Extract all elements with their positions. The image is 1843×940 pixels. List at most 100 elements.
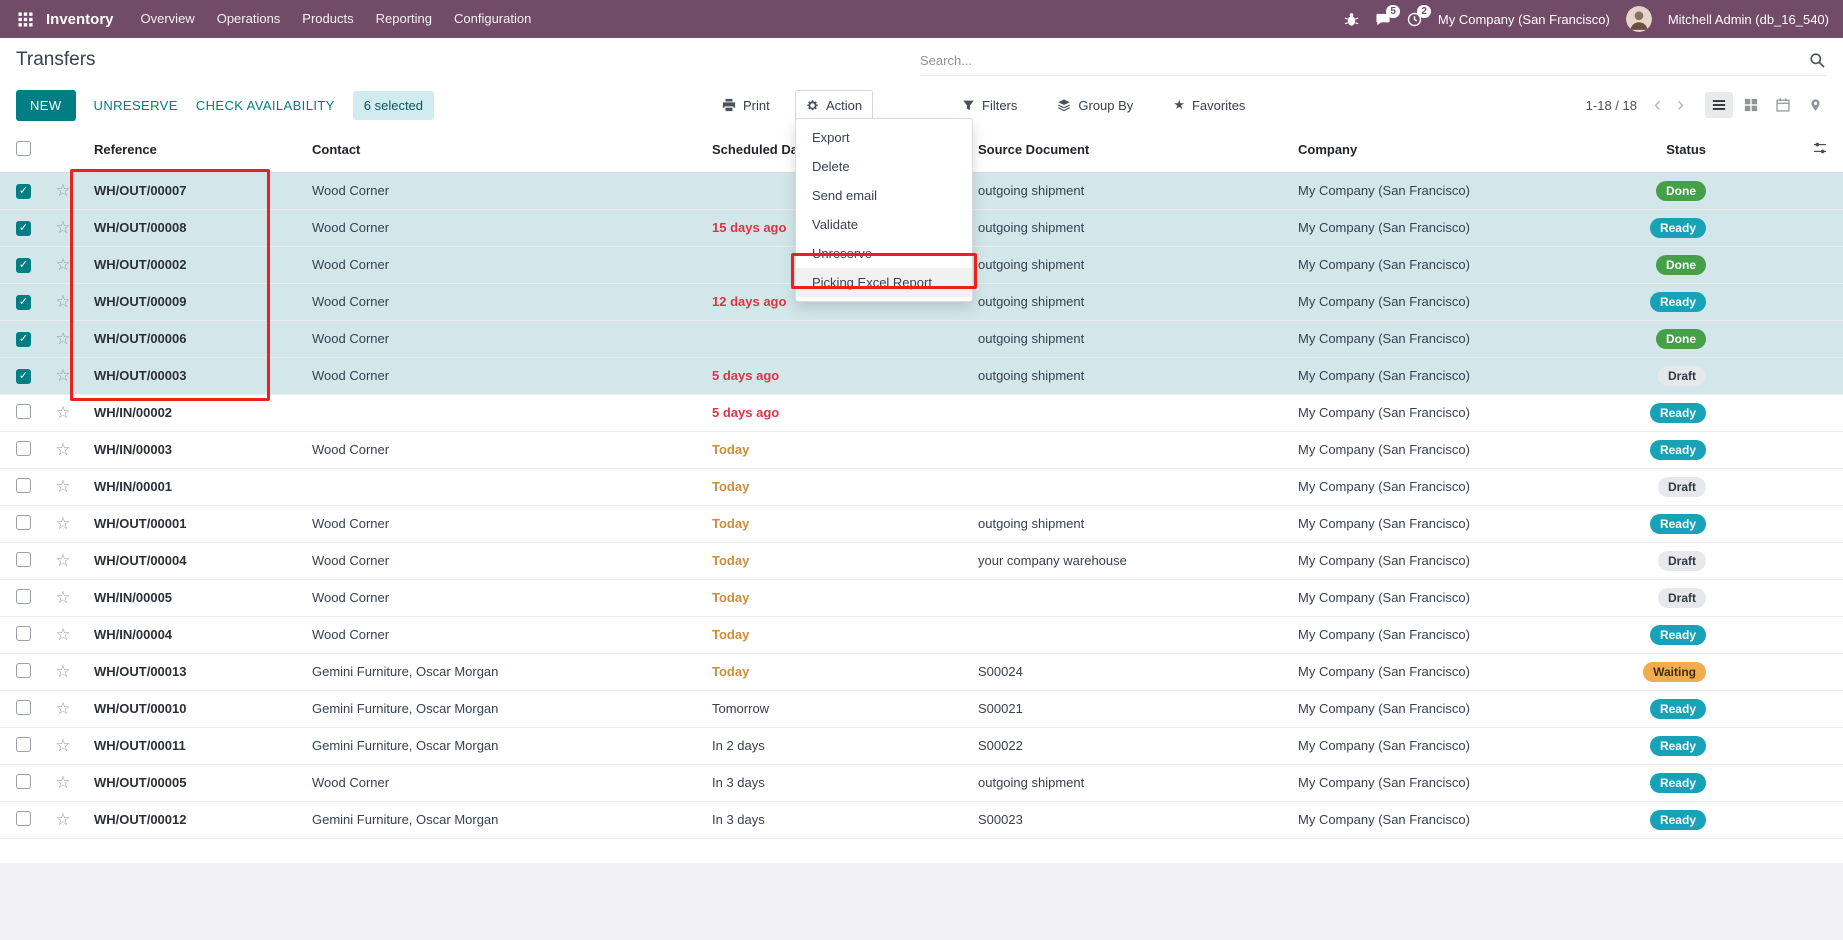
reference-cell[interactable]: WH/IN/00005 xyxy=(82,579,300,616)
row-select-cell[interactable] xyxy=(0,690,44,727)
row-select-cell[interactable]: ✓ xyxy=(0,172,44,209)
favorite-cell[interactable]: ☆ xyxy=(44,320,82,357)
table-row[interactable]: ☆WH/OUT/00011Gemini Furniture, Oscar Mor… xyxy=(0,727,1843,764)
top-menu-item[interactable]: Operations xyxy=(206,0,292,38)
select-all-checkbox[interactable] xyxy=(16,141,31,156)
table-row[interactable]: ☆WH/OUT/00010Gemini Furniture, Oscar Mor… xyxy=(0,690,1843,727)
action-menu-item[interactable]: Delete xyxy=(796,152,972,181)
favorite-star-icon[interactable]: ☆ xyxy=(55,810,70,829)
kanban-view-icon[interactable] xyxy=(1737,92,1765,118)
favorite-cell[interactable]: ☆ xyxy=(44,653,82,690)
favorite-star-icon[interactable]: ☆ xyxy=(55,588,70,607)
table-row[interactable]: ☆WH/OUT/00001Wood CornerTodayoutgoing sh… xyxy=(0,505,1843,542)
group-by-button[interactable]: Group By xyxy=(1047,91,1143,120)
table-row[interactable]: ☆WH/IN/00003Wood CornerTodayMy Company (… xyxy=(0,431,1843,468)
row-select-cell[interactable]: ✓ xyxy=(0,320,44,357)
reference-cell[interactable]: WH/IN/00001 xyxy=(82,468,300,505)
unreserve-button[interactable]: UNRESERVE xyxy=(94,98,178,113)
reference-cell[interactable]: WH/OUT/00008 xyxy=(82,209,300,246)
new-button[interactable]: NEW xyxy=(16,90,76,121)
row-checkbox[interactable] xyxy=(16,663,31,678)
table-row[interactable]: ☆WH/IN/00001TodayMy Company (San Francis… xyxy=(0,468,1843,505)
row-select-cell[interactable] xyxy=(0,431,44,468)
favorite-star-icon[interactable]: ☆ xyxy=(55,181,70,200)
favorite-star-icon[interactable]: ☆ xyxy=(55,440,70,459)
row-select-cell[interactable]: ✓ xyxy=(0,246,44,283)
row-checkbox[interactable] xyxy=(16,774,31,789)
favorite-cell[interactable]: ☆ xyxy=(44,431,82,468)
row-select-cell[interactable] xyxy=(0,653,44,690)
favorite-star-icon[interactable]: ☆ xyxy=(55,366,70,385)
row-checkbox[interactable] xyxy=(16,626,31,641)
favorite-star-icon[interactable]: ☆ xyxy=(55,329,70,348)
favorite-star-icon[interactable]: ☆ xyxy=(55,292,70,311)
pager-next-icon[interactable]: › xyxy=(1674,95,1687,115)
calendar-view-icon[interactable] xyxy=(1769,92,1797,118)
action-menu-item[interactable]: Unreserve xyxy=(796,239,972,268)
table-row[interactable]: ✓☆WH/OUT/00006Wood Corneroutgoing shipme… xyxy=(0,320,1843,357)
table-row[interactable]: ☆WH/IN/000025 days agoMy Company (San Fr… xyxy=(0,394,1843,431)
favorite-cell[interactable]: ☆ xyxy=(44,542,82,579)
search-input[interactable] xyxy=(920,53,1807,68)
reference-cell[interactable]: WH/OUT/00010 xyxy=(82,690,300,727)
filters-button[interactable]: Filters xyxy=(952,91,1027,120)
activities-clock-icon[interactable]: 2 xyxy=(1407,12,1422,27)
favorite-cell[interactable]: ☆ xyxy=(44,505,82,542)
reference-cell[interactable]: WH/OUT/00001 xyxy=(82,505,300,542)
reference-cell[interactable]: WH/IN/00003 xyxy=(82,431,300,468)
favorite-cell[interactable]: ☆ xyxy=(44,468,82,505)
favorite-cell[interactable]: ☆ xyxy=(44,616,82,653)
row-select-cell[interactable]: ✓ xyxy=(0,209,44,246)
favorite-star-icon[interactable]: ☆ xyxy=(55,773,70,792)
favorite-star-icon[interactable]: ☆ xyxy=(55,736,70,755)
row-select-cell[interactable] xyxy=(0,505,44,542)
favorite-star-icon[interactable]: ☆ xyxy=(55,255,70,274)
favorite-star-icon[interactable]: ☆ xyxy=(55,403,70,422)
reference-cell[interactable]: WH/OUT/00002 xyxy=(82,246,300,283)
row-select-cell[interactable] xyxy=(0,542,44,579)
favorite-cell[interactable]: ☆ xyxy=(44,283,82,320)
favorite-star-icon[interactable]: ☆ xyxy=(55,699,70,718)
check-availability-button[interactable]: CHECK AVAILABILITY xyxy=(196,98,335,113)
user-avatar[interactable] xyxy=(1626,6,1652,32)
debug-bug-icon[interactable] xyxy=(1344,12,1359,27)
reference-cell[interactable]: WH/OUT/00013 xyxy=(82,653,300,690)
favorites-button[interactable]: ★ Favorites xyxy=(1163,90,1255,120)
optional-columns-icon[interactable] xyxy=(1813,141,1827,155)
action-menu-item[interactable]: Export xyxy=(796,123,972,152)
favorite-cell[interactable]: ☆ xyxy=(44,690,82,727)
reference-cell[interactable]: WH/OUT/00012 xyxy=(82,801,300,838)
reference-cell[interactable]: WH/OUT/00003 xyxy=(82,357,300,394)
action-menu-item[interactable]: Validate xyxy=(796,210,972,239)
favorite-cell[interactable]: ☆ xyxy=(44,801,82,838)
row-select-cell[interactable] xyxy=(0,727,44,764)
row-checkbox[interactable] xyxy=(16,404,31,419)
row-checkbox[interactable] xyxy=(16,478,31,493)
row-checkbox[interactable] xyxy=(16,700,31,715)
row-checkbox[interactable] xyxy=(16,589,31,604)
table-row[interactable]: ☆WH/OUT/00012Gemini Furniture, Oscar Mor… xyxy=(0,801,1843,838)
col-status[interactable]: Status xyxy=(1620,128,1720,172)
row-checkbox[interactable]: ✓ xyxy=(16,332,31,347)
favorite-cell[interactable]: ☆ xyxy=(44,172,82,209)
row-checkbox[interactable]: ✓ xyxy=(16,221,31,236)
favorite-cell[interactable]: ☆ xyxy=(44,209,82,246)
search-icon[interactable] xyxy=(1807,52,1827,68)
row-checkbox[interactable]: ✓ xyxy=(16,295,31,310)
table-row[interactable]: ☆WH/IN/00005Wood CornerTodayMy Company (… xyxy=(0,579,1843,616)
row-checkbox[interactable] xyxy=(16,811,31,826)
row-select-cell[interactable] xyxy=(0,764,44,801)
reference-cell[interactable]: WH/OUT/00005 xyxy=(82,764,300,801)
reference-cell[interactable]: WH/OUT/00004 xyxy=(82,542,300,579)
row-select-cell[interactable]: ✓ xyxy=(0,357,44,394)
table-row[interactable]: ☆WH/IN/00004Wood CornerTodayMy Company (… xyxy=(0,616,1843,653)
row-checkbox[interactable] xyxy=(16,552,31,567)
reference-cell[interactable]: WH/OUT/00011 xyxy=(82,727,300,764)
top-menu-item[interactable]: Overview xyxy=(130,0,206,38)
row-checkbox[interactable] xyxy=(16,737,31,752)
favorite-cell[interactable]: ☆ xyxy=(44,764,82,801)
table-row[interactable]: ☆WH/OUT/00005Wood CornerIn 3 daysoutgoin… xyxy=(0,764,1843,801)
row-checkbox[interactable] xyxy=(16,441,31,456)
favorite-star-icon[interactable]: ☆ xyxy=(55,218,70,237)
favorite-cell[interactable]: ☆ xyxy=(44,579,82,616)
